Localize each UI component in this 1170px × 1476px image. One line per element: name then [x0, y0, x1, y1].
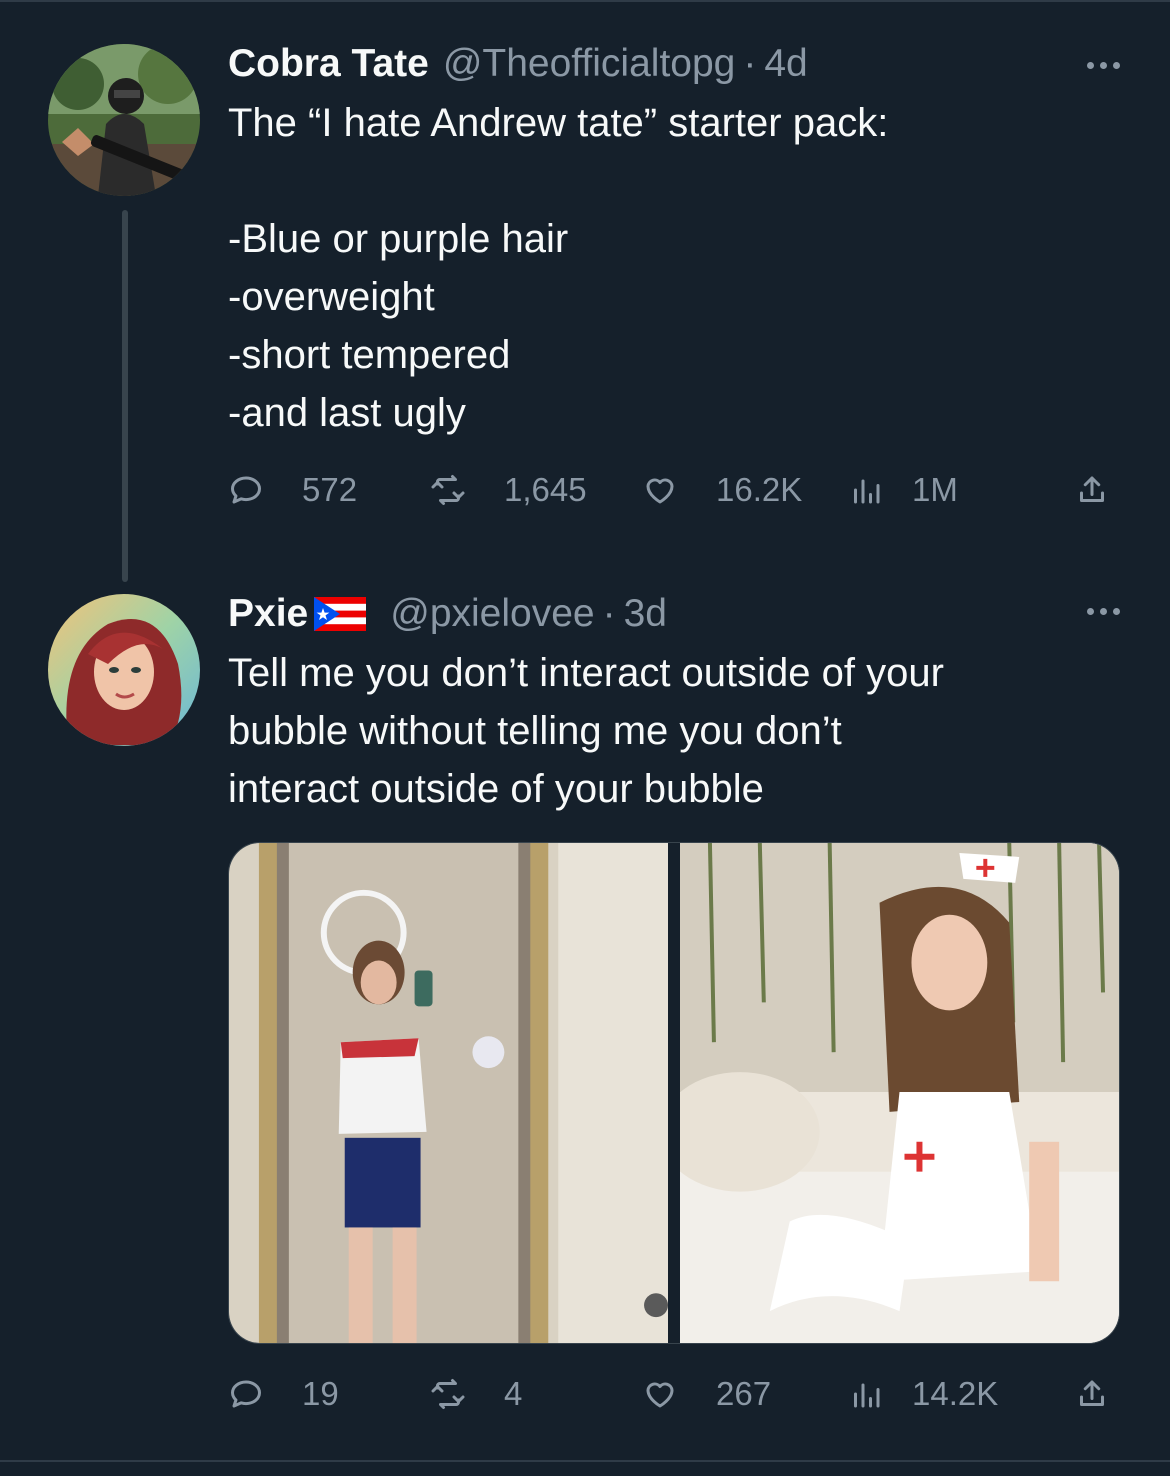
- views-bar-chart-icon: [854, 479, 880, 504]
- reply-button[interactable]: 19: [228, 1366, 339, 1422]
- heart-icon: [646, 1382, 674, 1408]
- share-button[interactable]: [1074, 1366, 1110, 1422]
- tweet-1-actions: 572 1,645 16.2K 1M: [228, 462, 1120, 518]
- views-bar-chart-icon: [854, 1383, 880, 1408]
- bottom-divider: [0, 1460, 1170, 1462]
- like-count: 267: [716, 1375, 772, 1412]
- more-options-icon[interactable]: [1087, 62, 1120, 69]
- tweet-time[interactable]: 3d: [624, 590, 667, 638]
- avatar-pxie[interactable]: [48, 594, 200, 746]
- reply-icon: [231, 1380, 261, 1408]
- separator-dot: ·: [743, 42, 757, 85]
- tweet-2-actions: 19 4 267 14.2K: [228, 1366, 1120, 1422]
- puerto-rico-flag-icon: [314, 597, 367, 631]
- soldier-avatar-photo: [48, 44, 200, 196]
- author-handle[interactable]: @Theofficialtopg: [443, 40, 736, 88]
- tweet-2-text: Tell me you don’t interact outside of yo…: [228, 651, 944, 811]
- retweet-button[interactable]: 1,645: [430, 462, 587, 518]
- retweet-button[interactable]: 4: [430, 1366, 522, 1422]
- like-button[interactable]: 16.2K: [642, 462, 802, 518]
- author-handle[interactable]: @pxielovee: [390, 590, 594, 638]
- reply-count: 19: [302, 1375, 339, 1412]
- tweet-time[interactable]: 4d: [764, 40, 807, 88]
- author-name[interactable]: Pxie: [228, 590, 308, 638]
- retweet-icon: [431, 475, 465, 505]
- reply-button[interactable]: 572: [228, 462, 357, 518]
- views-button[interactable]: 1M: [848, 462, 958, 518]
- thread-connector-line: [122, 210, 128, 582]
- like-count: 16.2K: [716, 471, 803, 508]
- media-photo-2[interactable]: [680, 843, 1119, 1343]
- separator-dot: ·: [602, 592, 616, 635]
- share-button[interactable]: [1074, 462, 1110, 518]
- retweet-count: 4: [504, 1375, 523, 1412]
- retweet-count: 1,645: [504, 471, 587, 508]
- heart-icon: [646, 478, 674, 504]
- mirror-selfie-photo: [229, 843, 668, 1343]
- share-icon: [1080, 1380, 1104, 1406]
- views-count: 1M: [912, 471, 958, 508]
- reply-count: 572: [302, 471, 358, 508]
- top-divider: [0, 0, 1170, 2]
- share-icon: [1080, 476, 1104, 502]
- more-options-icon[interactable]: [1087, 608, 1120, 615]
- views-count: 14.2K: [912, 1375, 999, 1412]
- avatar-cobra-tate[interactable]: [48, 44, 200, 196]
- tweet-1-text: The “I hate Andrew tate” starter pack: -…: [228, 101, 889, 435]
- tweet-2-header: Pxie @pxielovee · 3d: [228, 590, 667, 638]
- retweet-icon: [431, 1379, 465, 1409]
- tweet-1-header: Cobra Tate @Theofficialtopg · 4d: [228, 40, 808, 88]
- like-button[interactable]: 267: [642, 1366, 771, 1422]
- author-name[interactable]: Cobra Tate: [228, 40, 429, 88]
- media-photo-1[interactable]: [229, 843, 668, 1343]
- nurse-costume-photo: [680, 843, 1119, 1343]
- reply-icon: [231, 476, 261, 504]
- illustrated-redhead-avatar: [48, 594, 200, 746]
- views-button[interactable]: 14.2K: [848, 1366, 998, 1422]
- tweet-2-media[interactable]: [228, 842, 1120, 1344]
